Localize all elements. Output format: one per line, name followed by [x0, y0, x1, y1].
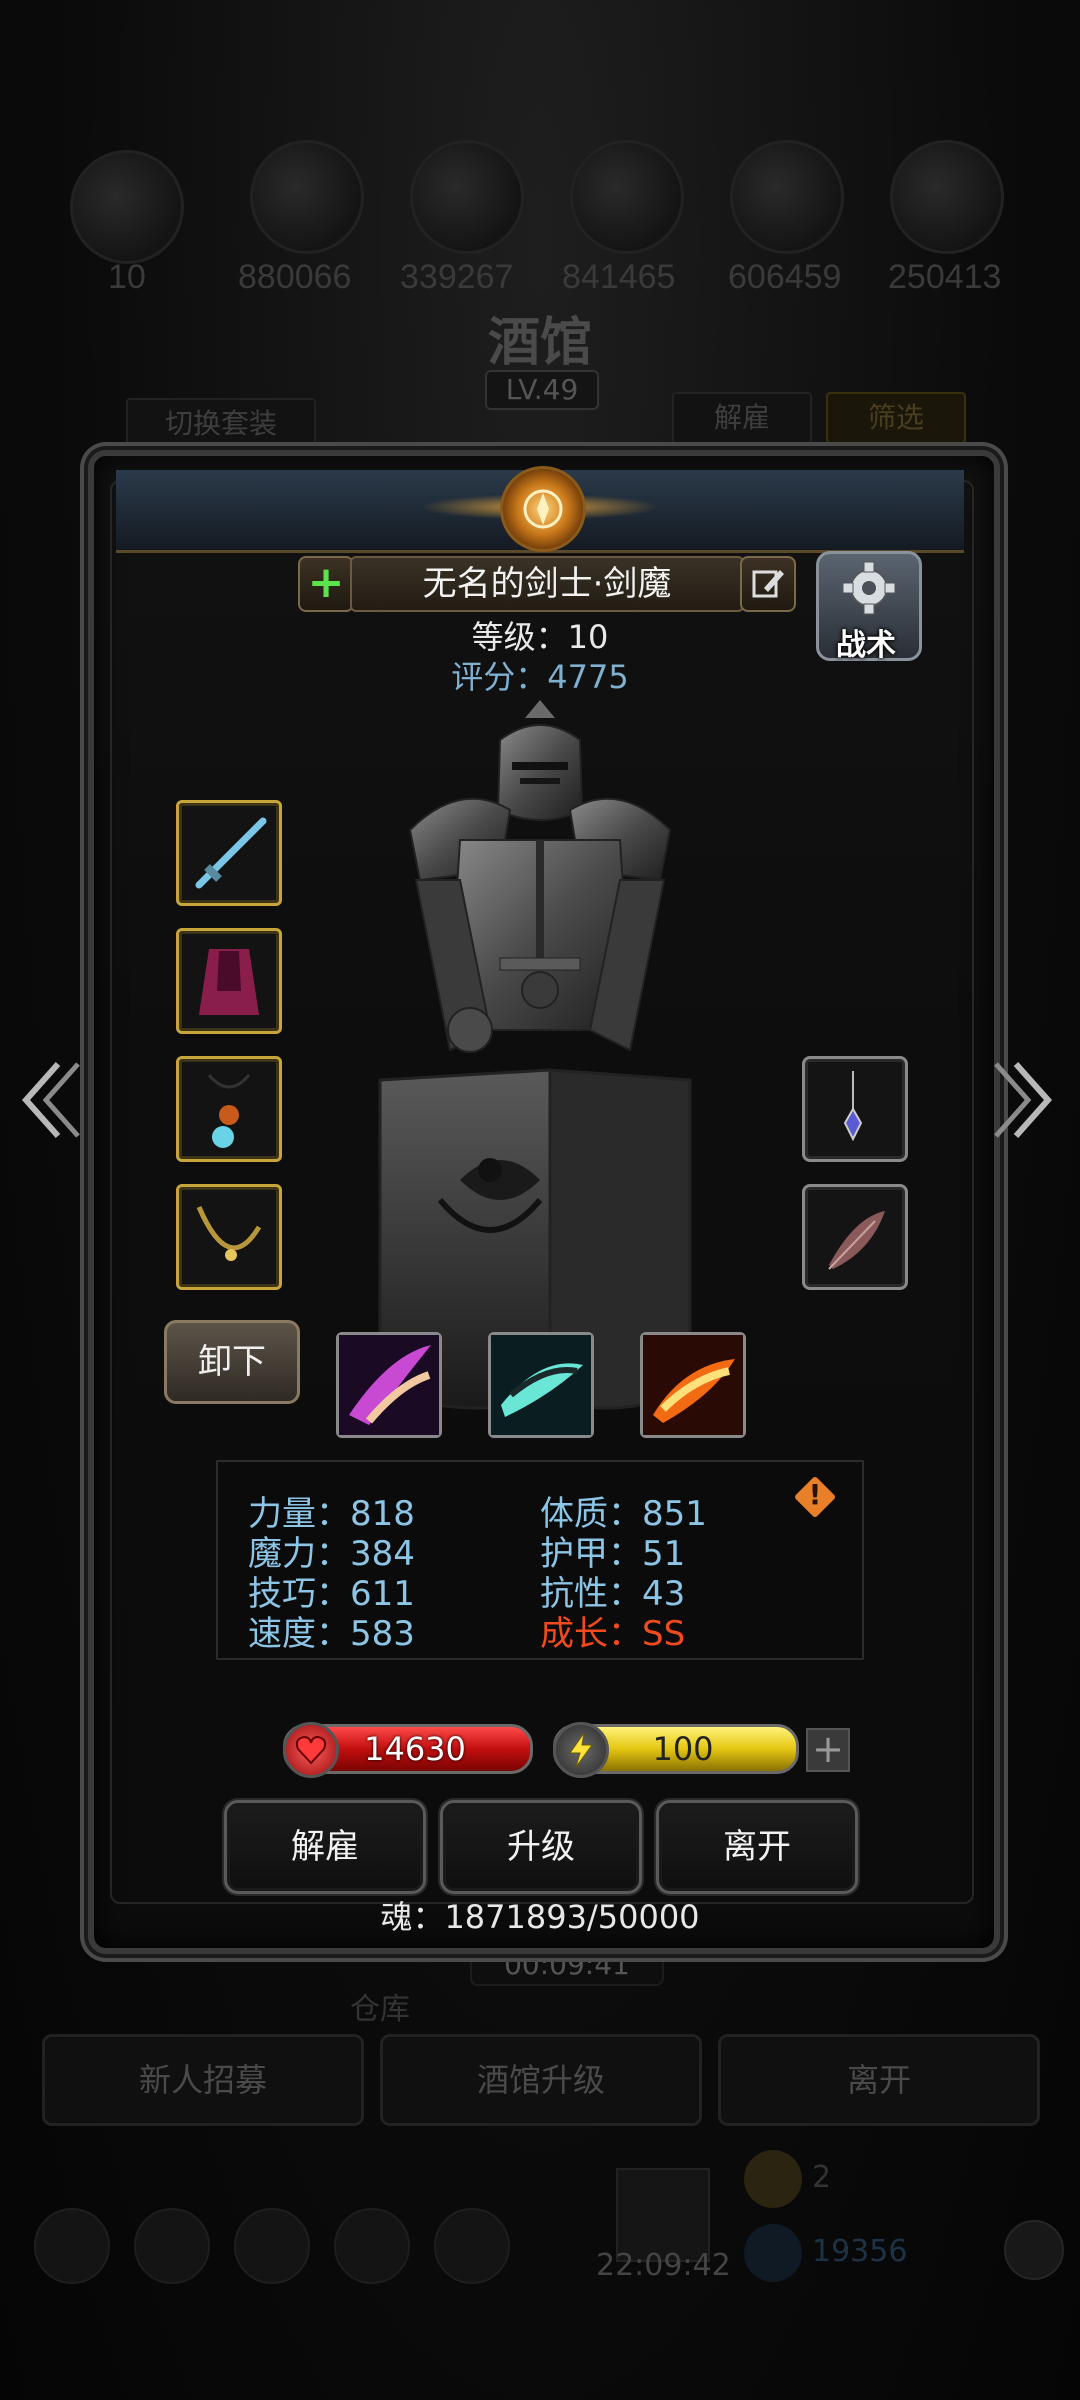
unequip-button[interactable]: 卸下 [164, 1320, 300, 1404]
dismiss-filter-button[interactable]: 解雇 [672, 392, 812, 444]
switch-outfit-button[interactable]: 切换套装 [126, 398, 316, 450]
pendant-icon [843, 1071, 863, 1142]
skill-slot-2[interactable] [488, 1332, 594, 1438]
resource-icon [570, 140, 684, 254]
arrow-left-icon[interactable] [14, 1050, 84, 1150]
amulet-icon [207, 1074, 251, 1148]
add-nickname-button[interactable]: + [298, 556, 354, 612]
leave-button[interactable]: 离开 [656, 1800, 858, 1894]
accessory-slot[interactable] [176, 1056, 282, 1162]
soul-count: 魂：1871893/50000 [380, 1898, 700, 1936]
skill-wind-icon [491, 1335, 591, 1435]
stat-growth: 成长：SS [540, 1614, 686, 1654]
dismiss-button[interactable]: 解雇 [224, 1800, 426, 1894]
add-energy-button[interactable]: + [806, 1728, 850, 1772]
gem-count: 19356 [812, 2234, 908, 2269]
resource-icon [410, 140, 524, 254]
warehouse-label[interactable]: 仓库 [350, 1984, 410, 2028]
warning-mark: ! [808, 1478, 822, 1511]
clock: 22:09:42 [596, 2248, 731, 2283]
stat-speed: 速度：583 [248, 1614, 415, 1654]
resource-count: 606459 [728, 258, 842, 296]
screen-title: 酒馆 [487, 312, 592, 373]
gem-icon [744, 2224, 802, 2282]
edit-icon [752, 570, 784, 598]
weapon-slot[interactable] [176, 800, 282, 906]
resource-count: 880066 [238, 258, 352, 296]
skill-slot-1[interactable] [336, 1332, 442, 1438]
emblem-icon [500, 466, 586, 552]
avatar [70, 150, 184, 264]
add-icon[interactable] [1004, 2220, 1064, 2280]
menu-icon[interactable] [134, 2208, 210, 2284]
cloak-icon [199, 949, 259, 1015]
player-level: 10 [108, 258, 146, 296]
coin-icon [744, 2150, 802, 2208]
skill-slot-3[interactable] [640, 1332, 746, 1438]
resource-icon [250, 140, 364, 254]
necklace-icon [196, 1206, 262, 1261]
skill-fire-icon [643, 1335, 743, 1435]
hero-score: 评分：4775 [451, 658, 629, 696]
arrow-right-icon[interactable] [990, 1050, 1060, 1150]
menu-icon[interactable] [434, 2208, 510, 2284]
energy-value: 100 [652, 1730, 714, 1768]
hero-name: 无名的剑士·剑魔 [350, 556, 744, 612]
tavern-level: LV.49 [485, 370, 599, 410]
ring-slot[interactable] [802, 1056, 908, 1162]
edit-name-button[interactable] [740, 556, 796, 612]
menu-icon[interactable] [34, 2208, 110, 2284]
resource-count: 250413 [888, 258, 1002, 296]
resource-count: 339267 [400, 258, 514, 296]
hp-value: 14630 [364, 1730, 466, 1768]
upgrade-tavern-button[interactable]: 酒馆升级 [380, 2034, 702, 2126]
recruit-button[interactable]: 新人招募 [42, 2034, 364, 2126]
feather-icon [828, 1211, 885, 1270]
armor-slot[interactable] [176, 928, 282, 1034]
leave-tavern-button[interactable]: 离开 [718, 2034, 1040, 2126]
charm-slot[interactable] [802, 1184, 908, 1290]
plus-icon: + [307, 557, 345, 608]
menu-icon[interactable] [334, 2208, 410, 2284]
necklace-slot[interactable] [176, 1184, 282, 1290]
upgrade-button[interactable]: 升级 [440, 1800, 642, 1894]
sword-icon [195, 817, 267, 889]
menu-icon[interactable] [234, 2208, 310, 2284]
resource-icon [890, 140, 1004, 254]
resource-count: 841465 [562, 258, 676, 296]
coin-count: 2 [812, 2160, 832, 2195]
filter-button[interactable]: 筛选 [826, 392, 966, 444]
resource-icon [730, 140, 844, 254]
skill-slash-icon [339, 1335, 439, 1435]
